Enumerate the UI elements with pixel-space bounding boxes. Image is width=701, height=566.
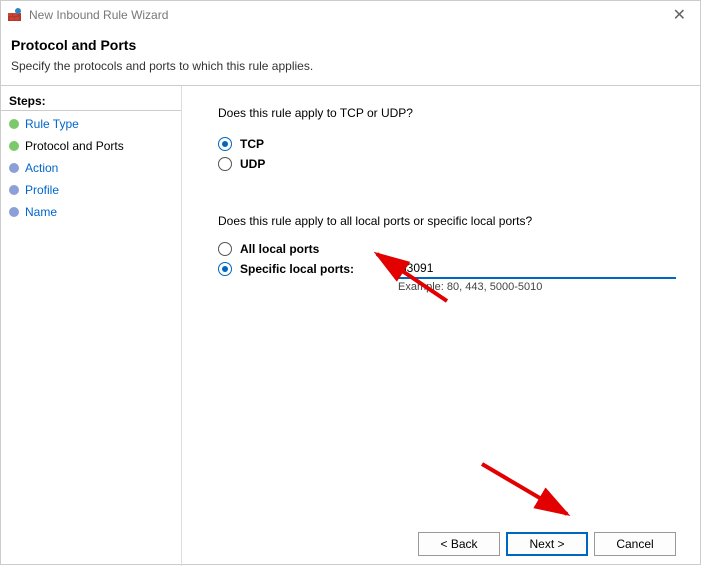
udp-option[interactable]: UDP	[218, 157, 676, 171]
step-name[interactable]: Name	[1, 201, 181, 223]
tcp-radio[interactable]	[218, 137, 232, 151]
step-rule-type[interactable]: Rule Type	[1, 113, 181, 135]
step-bullet-icon	[9, 185, 19, 195]
protocol-prompt: Does this rule apply to TCP or UDP?	[218, 106, 676, 120]
firewall-icon	[7, 7, 23, 23]
annotation-arrow-icon	[472, 456, 582, 526]
wizard-header: Protocol and Ports Specify the protocols…	[1, 29, 700, 85]
step-label: Profile	[25, 183, 59, 197]
udp-radio[interactable]	[218, 157, 232, 171]
steps-heading: Steps:	[1, 92, 181, 111]
port-input[interactable]	[396, 259, 676, 279]
all-ports-label: All local ports	[240, 242, 319, 256]
steps-sidebar: Steps: Rule Type Protocol and Ports Acti…	[1, 86, 182, 566]
title-bar: New Inbound Rule Wizard ✕	[1, 1, 700, 29]
specific-ports-option[interactable]: Specific local ports:	[218, 262, 378, 276]
step-protocol-and-ports[interactable]: Protocol and Ports	[1, 135, 181, 157]
wizard-footer: < Back Next > Cancel	[218, 522, 676, 556]
cancel-button[interactable]: Cancel	[594, 532, 676, 556]
back-button[interactable]: < Back	[418, 532, 500, 556]
step-label: Action	[25, 161, 58, 175]
close-icon[interactable]: ✕	[665, 3, 694, 27]
step-label: Name	[25, 205, 57, 219]
step-bullet-icon	[9, 163, 19, 173]
step-label: Rule Type	[25, 117, 79, 131]
tcp-option[interactable]: TCP	[218, 137, 676, 151]
step-bullet-icon	[9, 119, 19, 129]
wizard-content: Does this rule apply to TCP or UDP? TCP …	[182, 86, 700, 566]
window-title: New Inbound Rule Wizard	[29, 8, 168, 22]
all-ports-radio[interactable]	[218, 242, 232, 256]
all-ports-option[interactable]: All local ports	[218, 242, 676, 256]
port-example: Example: 80, 443, 5000-5010	[398, 281, 676, 293]
specific-ports-label: Specific local ports:	[240, 262, 354, 276]
step-profile[interactable]: Profile	[1, 179, 181, 201]
step-action[interactable]: Action	[1, 157, 181, 179]
page-title: Protocol and Ports	[11, 37, 690, 53]
step-bullet-icon	[9, 207, 19, 217]
specific-ports-radio[interactable]	[218, 262, 232, 276]
step-bullet-icon	[9, 141, 19, 151]
next-button[interactable]: Next >	[506, 532, 588, 556]
udp-label: UDP	[240, 157, 265, 171]
page-subtitle: Specify the protocols and ports to which…	[11, 59, 690, 73]
step-label: Protocol and Ports	[25, 139, 124, 153]
ports-prompt: Does this rule apply to all local ports …	[218, 214, 676, 228]
tcp-label: TCP	[240, 137, 264, 151]
